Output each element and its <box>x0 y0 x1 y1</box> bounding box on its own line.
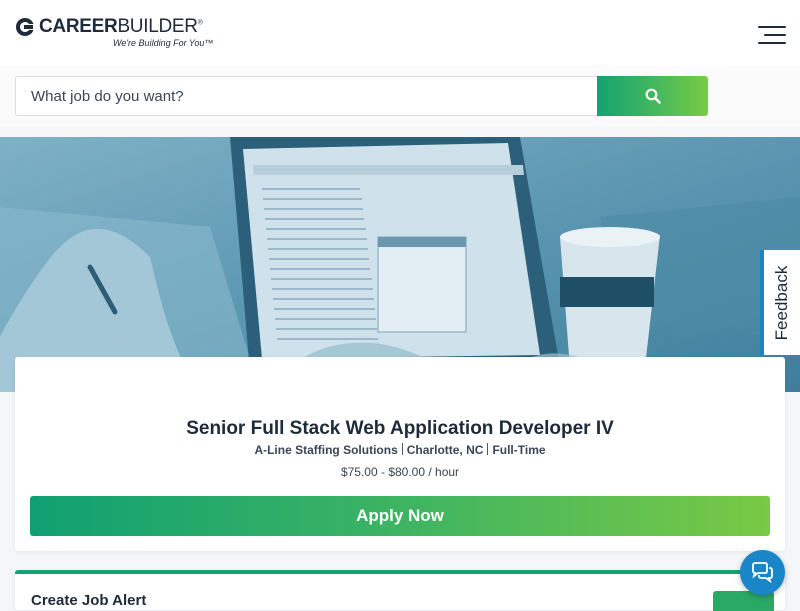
job-alert-card: Create Job Alert <box>15 570 785 611</box>
site-header: CAREERBUILDER® We're Building For You™ <box>0 0 800 66</box>
meta-divider <box>487 443 489 455</box>
meta-divider <box>401 443 403 455</box>
logo-wordmark: CAREERBUILDER® <box>39 16 203 38</box>
logo-wordmark-light: BUILDER <box>117 16 198 37</box>
company-name: A-Line Staffing Solutions <box>254 443 398 457</box>
menu-line-middle <box>764 34 786 36</box>
chat-bubbles-icon <box>752 562 773 583</box>
menu-line-top <box>758 26 786 28</box>
employment-type: Full-Time <box>492 443 546 457</box>
job-search-input[interactable] <box>15 76 598 116</box>
create-job-alert-title: Create Job Alert <box>31 592 147 609</box>
search-button[interactable] <box>597 76 708 116</box>
hamburger-menu-icon[interactable] <box>754 24 786 46</box>
pay-range: $75.00 - $80.00 / hour <box>340 465 460 479</box>
laptop-workspace-illustration <box>0 137 800 392</box>
menu-line-bottom <box>758 42 786 44</box>
apply-now-button[interactable]: Apply Now <box>30 496 770 536</box>
job-summary-card: Senior Full Stack Web Application Develo… <box>15 357 785 551</box>
logo-registered-mark: ® <box>197 19 203 27</box>
feedback-tab[interactable]: Feedback <box>760 250 800 355</box>
feedback-label: Feedback <box>772 265 791 340</box>
job-title: Senior Full Stack Web Application Develo… <box>186 418 614 439</box>
chat-button[interactable] <box>740 550 785 595</box>
hero-image <box>0 137 800 392</box>
search-icon <box>645 88 661 104</box>
logo-tagline: We're Building For You™ <box>113 38 214 48</box>
careerbuilder-logo-mark-icon <box>16 17 34 36</box>
job-location: Charlotte, NC <box>406 443 484 457</box>
search-bar <box>0 66 800 127</box>
job-meta: A-Line Staffing Solutions Charlotte, NC Fu… <box>15 443 785 457</box>
logo-wordmark-bold: CAREER <box>39 16 118 37</box>
